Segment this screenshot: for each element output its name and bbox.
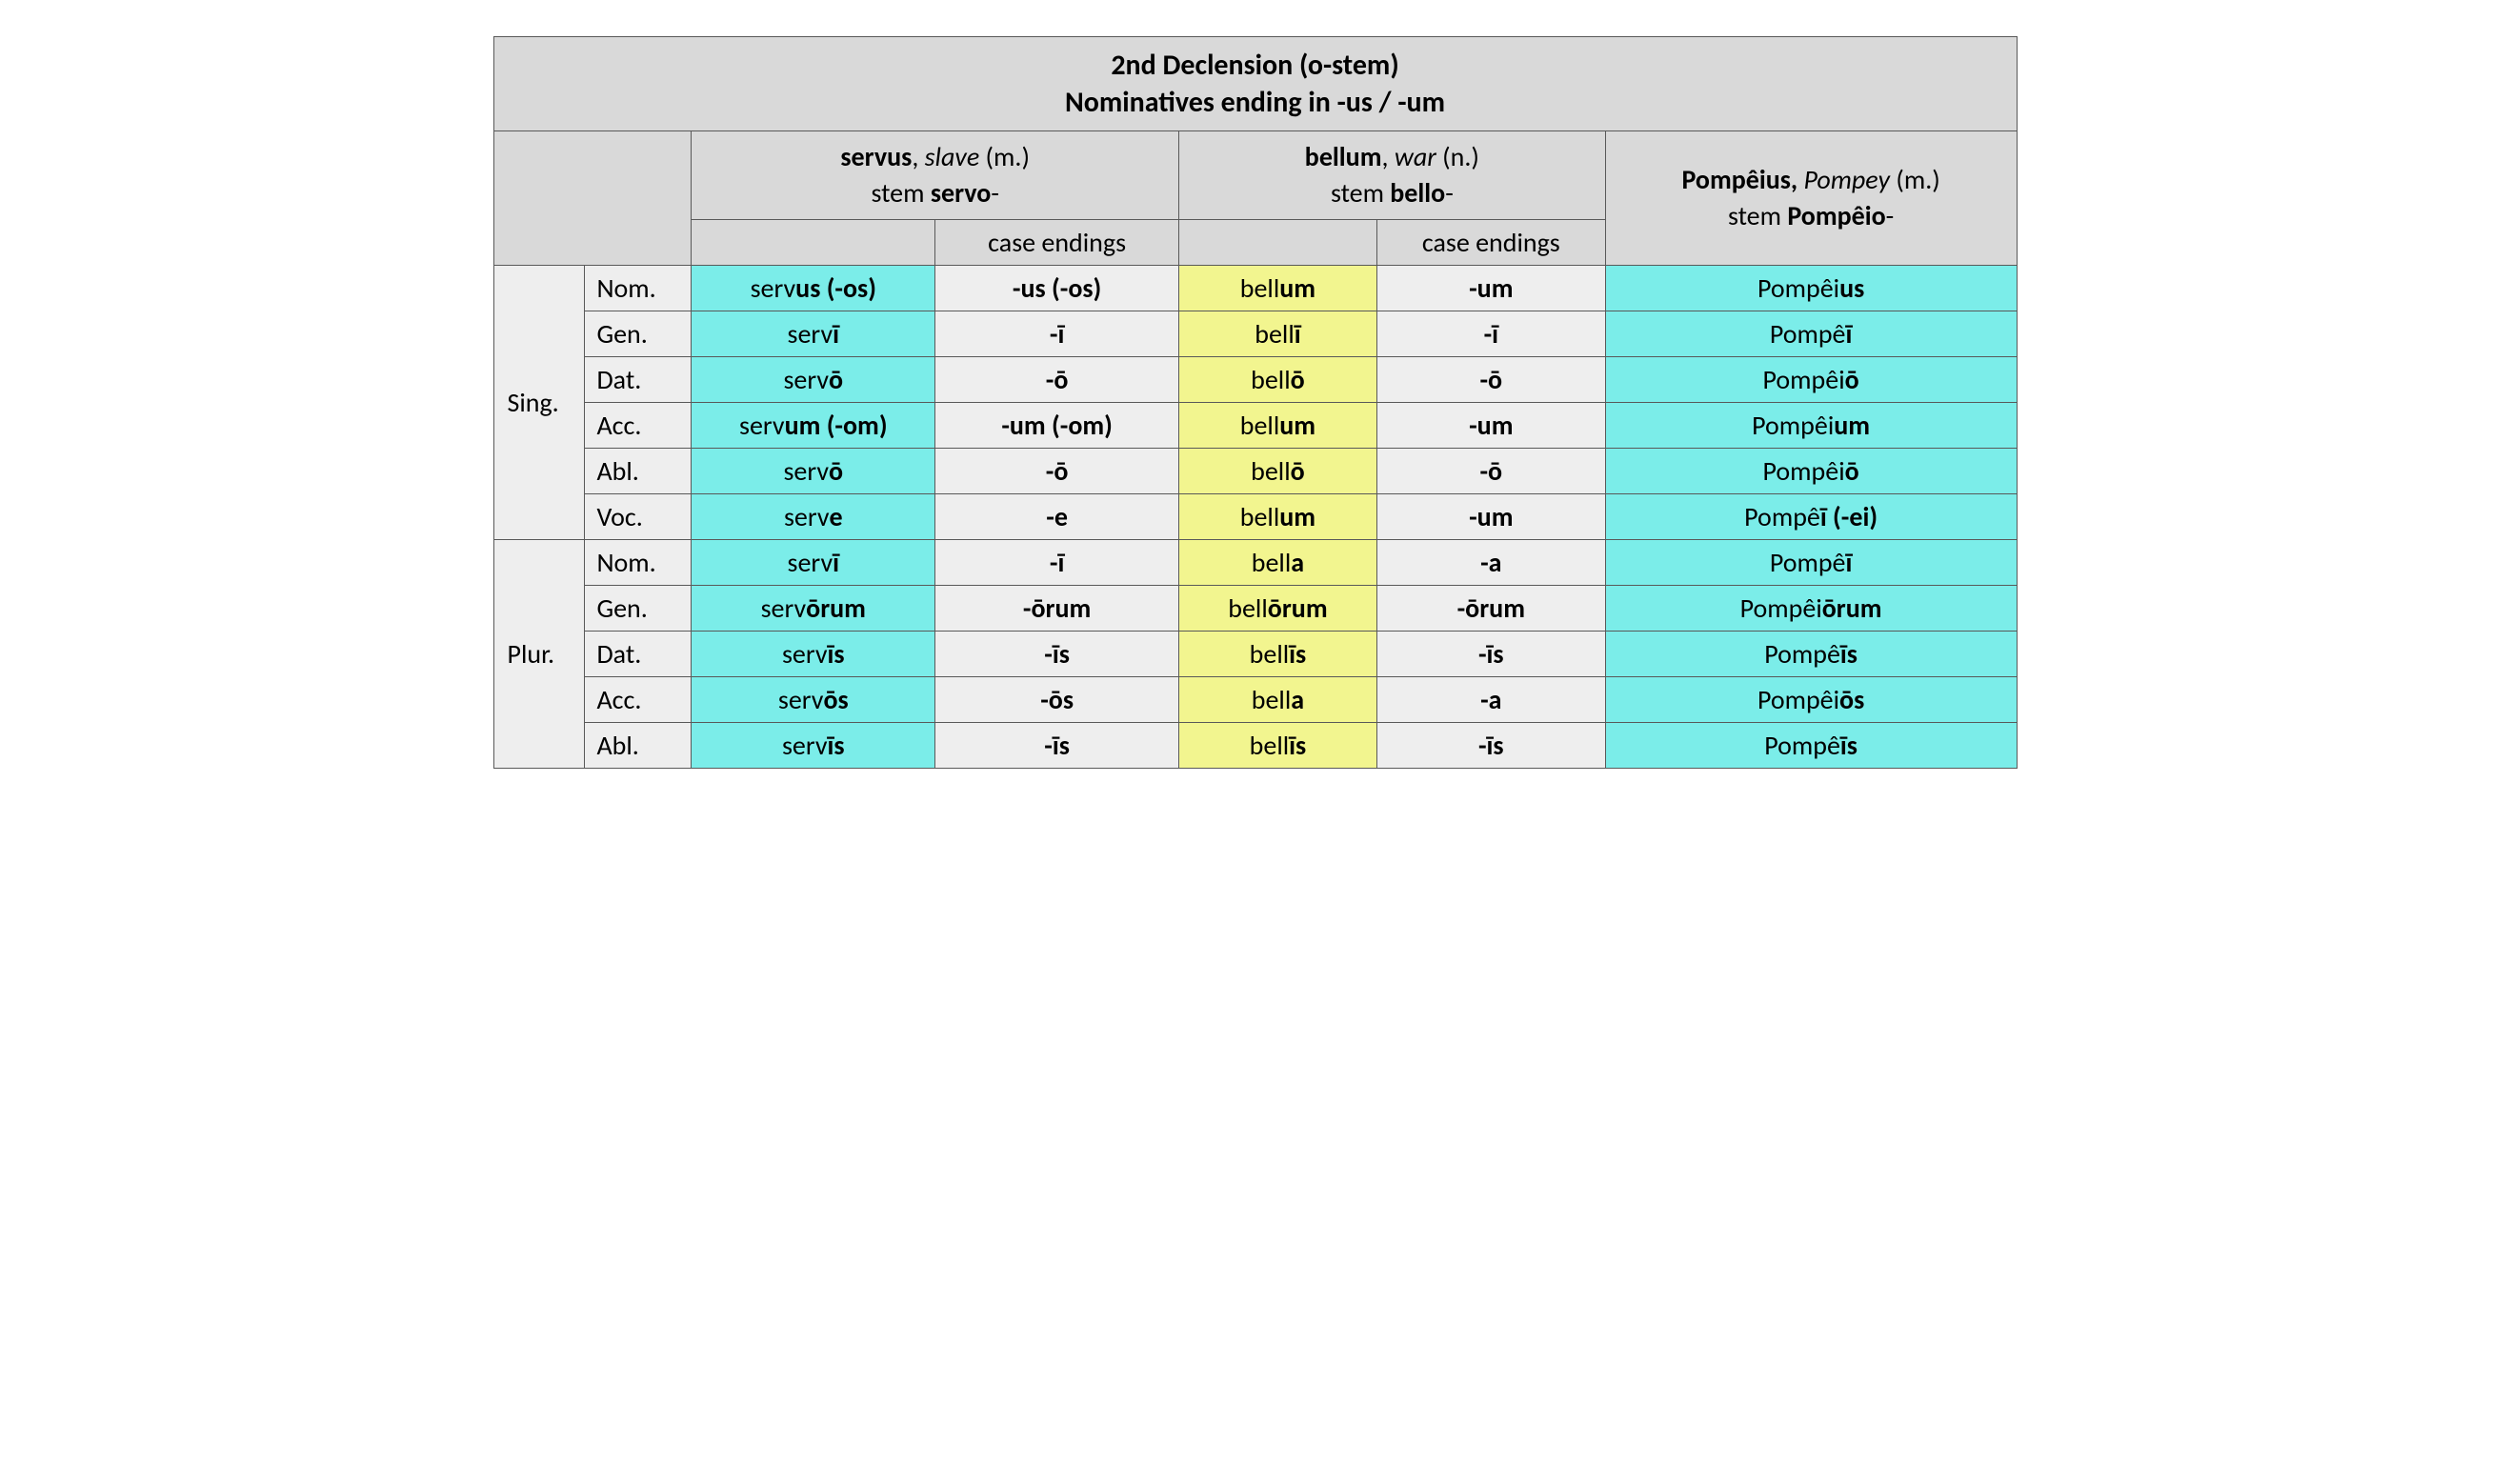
row-sing-acc: Acc. servum (-om) -um (-om) bellum -um P… — [493, 402, 2017, 448]
servus-s-abl: servō — [692, 448, 935, 493]
servus-ending-s-acc: -um (-om) — [935, 402, 1179, 448]
case-gen: Gen. — [585, 311, 692, 356]
bellum-p-gen: bellōrum — [1179, 585, 1377, 631]
bellum-ending-s-nom: -um — [1376, 265, 1605, 311]
header-row: servus, slave (m.) stem servo- bellum, w… — [493, 131, 2017, 220]
row-sing-voc: Voc. serve -e bellum -um Pompêī (-ei) — [493, 493, 2017, 539]
pompeius-s-dat: Pompêiō — [1605, 356, 2017, 402]
header-pompeius: Pompêius, Pompey (m.) stem Pompêio- — [1605, 131, 2017, 266]
case-nom: Nom. — [585, 265, 692, 311]
pompeius-s-abl: Pompêiō — [1605, 448, 2017, 493]
servus-ending-p-dat: -īs — [935, 631, 1179, 676]
bellum-s-acc: bellum — [1179, 402, 1377, 448]
row-plur-nom: Plur. Nom. servī -ī bella -a Pompêī — [493, 539, 2017, 585]
header-bellum: bellum, war (n.) stem bello- — [1179, 131, 1606, 220]
pompeius-p-nom: Pompêī — [1605, 539, 2017, 585]
servus-p-dat: servīs — [692, 631, 935, 676]
case-nom-p: Nom. — [585, 539, 692, 585]
bellum-ending-s-abl: -ō — [1376, 448, 1605, 493]
bellum-ending-s-voc: -um — [1376, 493, 1605, 539]
case-dat: Dat. — [585, 356, 692, 402]
servus-s-nom: servus (-os) — [692, 265, 935, 311]
number-plural: Plur. — [493, 539, 585, 768]
case-acc-p: Acc. — [585, 676, 692, 722]
row-sing-dat: Dat. servō -ō bellō -ō Pompêiō — [493, 356, 2017, 402]
title-line2: Nominatives ending in -us / -um — [1065, 85, 1445, 120]
bellum-ending-s-dat: -ō — [1376, 356, 1605, 402]
case-acc: Acc. — [585, 402, 692, 448]
servus-s-voc: serve — [692, 493, 935, 539]
bellum-s-voc: bellum — [1179, 493, 1377, 539]
servus-blank — [692, 219, 935, 265]
servus-ending-s-voc: -e — [935, 493, 1179, 539]
servus-s-acc: servum (-om) — [692, 402, 935, 448]
bellum-ending-p-gen: -ōrum — [1376, 585, 1605, 631]
bellum-ending-p-nom: -a — [1376, 539, 1605, 585]
row-plur-abl: Abl. servīs -īs bellīs -īs Pompêīs — [493, 722, 2017, 768]
servus-p-acc: servōs — [692, 676, 935, 722]
pompeius-s-voc: Pompêī (-ei) — [1605, 493, 2017, 539]
bellum-ending-p-dat: -īs — [1376, 631, 1605, 676]
servus-p-abl: servīs — [692, 722, 935, 768]
bellum-p-dat: bellīs — [1179, 631, 1377, 676]
pompeius-p-abl: Pompêīs — [1605, 722, 2017, 768]
servus-ending-s-abl: -ō — [935, 448, 1179, 493]
servus-ending-p-gen: -ōrum — [935, 585, 1179, 631]
bellum-ending-p-acc: -a — [1376, 676, 1605, 722]
bellum-p-acc: bella — [1179, 676, 1377, 722]
servus-ending-p-abl: -īs — [935, 722, 1179, 768]
bellum-p-nom: bella — [1179, 539, 1377, 585]
row-sing-nom: Sing. Nom. servus (-os) -us (-os) bellum… — [493, 265, 2017, 311]
pompeius-p-dat: Pompêīs — [1605, 631, 2017, 676]
case-gen-p: Gen. — [585, 585, 692, 631]
bellum-p-abl: bellīs — [1179, 722, 1377, 768]
title-row: 2nd Declension (o-stem) Nominatives endi… — [493, 37, 2017, 131]
bellum-ending-p-abl: -īs — [1376, 722, 1605, 768]
pompeius-s-nom: Pompêius — [1605, 265, 2017, 311]
row-sing-gen: Gen. servī -ī bellī -ī Pompêī — [493, 311, 2017, 356]
servus-ending-s-nom: -us (-os) — [935, 265, 1179, 311]
servus-ending-s-dat: -ō — [935, 356, 1179, 402]
servus-ending-p-nom: -ī — [935, 539, 1179, 585]
case-voc: Voc. — [585, 493, 692, 539]
title-line1: 2nd Declension (o-stem) — [1111, 48, 1398, 83]
row-plur-dat: Dat. servīs -īs bellīs -īs Pompêīs — [493, 631, 2017, 676]
bellum-s-nom: bellum — [1179, 265, 1377, 311]
corner-empty — [493, 131, 692, 266]
pompeius-s-acc: Pompêium — [1605, 402, 2017, 448]
pompeius-p-acc: Pompêiōs — [1605, 676, 2017, 722]
servus-s-dat: servō — [692, 356, 935, 402]
row-plur-gen: Gen. servōrum -ōrum bellōrum -ōrum Pompê… — [493, 585, 2017, 631]
bellum-s-dat: bellō — [1179, 356, 1377, 402]
bellum-ending-s-gen: -ī — [1376, 311, 1605, 356]
header-servus: servus, slave (m.) stem servo- — [692, 131, 1179, 220]
servus-p-nom: servī — [692, 539, 935, 585]
servus-endings-label: case endings — [935, 219, 1179, 265]
bellum-s-gen: bellī — [1179, 311, 1377, 356]
pompeius-p-gen: Pompêiōrum — [1605, 585, 2017, 631]
row-sing-abl: Abl. servō -ō bellō -ō Pompêiō — [493, 448, 2017, 493]
row-plur-acc: Acc. servōs -ōs bella -a Pompêiōs — [493, 676, 2017, 722]
case-abl: Abl. — [585, 448, 692, 493]
bellum-blank — [1179, 219, 1377, 265]
table-title: 2nd Declension (o-stem) Nominatives endi… — [493, 37, 2017, 131]
servus-ending-p-acc: -ōs — [935, 676, 1179, 722]
bellum-endings-label: case endings — [1376, 219, 1605, 265]
pompeius-s-gen: Pompêī — [1605, 311, 2017, 356]
servus-ending-s-gen: -ī — [935, 311, 1179, 356]
bellum-s-abl: bellō — [1179, 448, 1377, 493]
servus-p-gen: servōrum — [692, 585, 935, 631]
number-singular: Sing. — [493, 265, 585, 539]
servus-s-gen: servī — [692, 311, 935, 356]
case-dat-p: Dat. — [585, 631, 692, 676]
bellum-ending-s-acc: -um — [1376, 402, 1605, 448]
declension-table: 2nd Declension (o-stem) Nominatives endi… — [493, 36, 2018, 769]
case-abl-p: Abl. — [585, 722, 692, 768]
